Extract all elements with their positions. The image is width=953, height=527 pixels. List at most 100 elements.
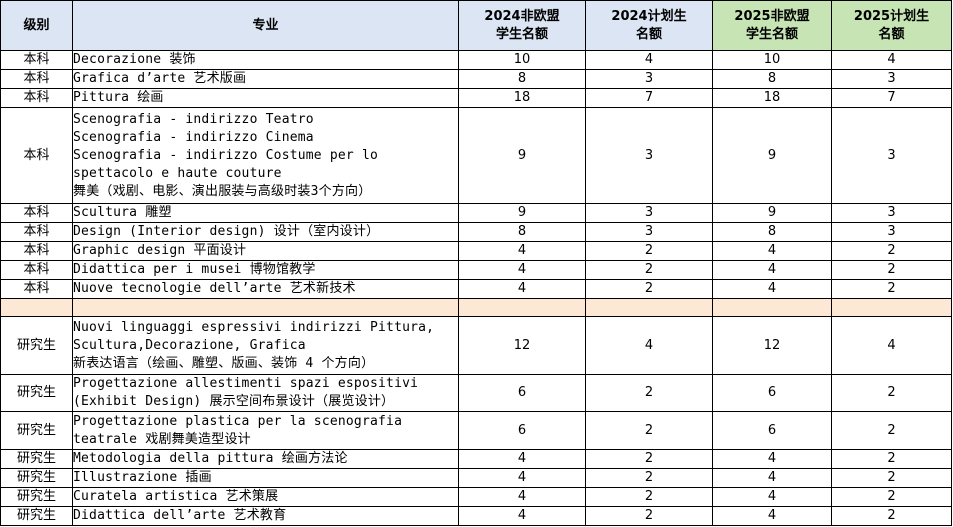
- quota-2025-non-eu: 6: [712, 411, 832, 450]
- quota-2025-non-eu: 4: [712, 241, 832, 261]
- table-row: 本科 Decorazione 装饰 10 4 10 4: [0, 50, 952, 70]
- quota-2024-plan: 3: [585, 222, 713, 242]
- quota-2024-non-eu: 9: [458, 107, 586, 204]
- quota-2025-non-eu: 4: [712, 506, 832, 526]
- major-cell: Progettazione plastica per la scenografi…: [72, 411, 459, 450]
- quota-2024-non-eu: 8: [458, 222, 586, 242]
- table-row: 本科 Pittura 绘画 18 7 18 7: [0, 88, 952, 108]
- quota-2025-plan: 3: [831, 69, 952, 89]
- quota-2025-plan: 4: [831, 50, 952, 70]
- level-cell: 本科: [0, 260, 73, 280]
- header-level: 级别: [0, 0, 73, 51]
- quota-2025-non-eu: 8: [712, 69, 832, 89]
- level-cell: 研究生: [0, 506, 73, 526]
- quota-2025-non-eu: 4: [712, 260, 832, 280]
- quota-2024-plan: 2: [585, 487, 713, 507]
- header-row: 级别 专业 2024非欧盟 学生名额 2024计划生 名额 2025非欧盟 学生…: [0, 0, 952, 51]
- quota-2025-non-eu: 8: [712, 222, 832, 242]
- table-row: 本科 Scenografia - indirizzo Teatro Scenog…: [0, 107, 952, 204]
- table-row: 本科 Scultura 雕塑 9 3 9 3: [0, 203, 952, 223]
- quota-2024-non-eu: 18: [458, 88, 586, 108]
- major-cell: Didattica per i musei 博物馆教学: [72, 260, 459, 280]
- quota-2024-non-eu: 4: [458, 487, 586, 507]
- quota-2024-plan: 7: [585, 88, 713, 108]
- quota-2025-non-eu: 4: [712, 449, 832, 469]
- table-row: 本科 Grafica d’arte 艺术版画 8 3 8 3: [0, 69, 952, 89]
- major-cell: Scenografia - indirizzo Teatro Scenograf…: [72, 107, 459, 204]
- quota-2025-plan: 3: [831, 222, 952, 242]
- quota-2025-non-eu: 4: [712, 468, 832, 488]
- quota-2025-non-eu: 6: [712, 374, 832, 412]
- level-cell: 本科: [0, 69, 73, 89]
- quota-2025-non-eu: 9: [712, 107, 832, 204]
- header-major: 专业: [72, 0, 459, 51]
- level-cell: 本科: [0, 279, 73, 299]
- table-row: 本科 Didattica per i musei 博物馆教学 4 2 4 2: [0, 260, 952, 280]
- quota-2025-non-eu: 10: [712, 50, 832, 70]
- table-row: 研究生 Progettazione plastica per la scenog…: [0, 411, 952, 450]
- quota-2024-non-eu: 8: [458, 69, 586, 89]
- major-cell: Didattica dell’arte 艺术教育: [72, 506, 459, 526]
- major-cell: Scultura 雕塑: [72, 203, 459, 223]
- quota-2024-plan: 3: [585, 203, 713, 223]
- quota-2024-non-eu: 6: [458, 411, 586, 450]
- level-cell: 研究生: [0, 316, 73, 375]
- section-separator: [0, 298, 952, 317]
- quota-2025-plan: 2: [831, 487, 952, 507]
- quota-2025-non-eu: 9: [712, 203, 832, 223]
- quota-2024-non-eu: 4: [458, 449, 586, 469]
- quota-2025-plan: 2: [831, 468, 952, 488]
- table-row: 研究生 Nuovi linguaggi espressivi indirizzi…: [0, 316, 952, 375]
- table-row: 本科 Nuove tecnologie dell’arte 艺术新技术 4 2 …: [0, 279, 952, 299]
- quota-2024-plan: 2: [585, 411, 713, 450]
- quota-2025-non-eu: 4: [712, 279, 832, 299]
- quota-2025-non-eu: 4: [712, 487, 832, 507]
- level-cell: 本科: [0, 50, 73, 70]
- level-cell: 研究生: [0, 374, 73, 412]
- major-cell: Nuove tecnologie dell’arte 艺术新技术: [72, 279, 459, 299]
- level-cell: 研究生: [0, 468, 73, 488]
- quota-2024-plan: 3: [585, 107, 713, 204]
- header-2024-plan: 2024计划生 名额: [585, 0, 713, 51]
- level-cell: 研究生: [0, 449, 73, 469]
- quota-2024-non-eu: 9: [458, 203, 586, 223]
- major-cell: Illustrazione 插画: [72, 468, 459, 488]
- quota-2025-plan: 2: [831, 411, 952, 450]
- quota-2024-plan: 2: [585, 506, 713, 526]
- table-row: 研究生 Curatela artistica 艺术策展 4 2 4 2: [0, 487, 952, 507]
- level-cell: 研究生: [0, 487, 73, 507]
- table-row: 本科 Graphic design 平面设计 4 2 4 2: [0, 241, 952, 261]
- quota-2024-non-eu: 4: [458, 241, 586, 261]
- quota-2024-non-eu: 6: [458, 374, 586, 412]
- major-cell: Grafica d’arte 艺术版画: [72, 69, 459, 89]
- table-row: 本科 Design (Interior design) 设计（室内设计） 8 3…: [0, 222, 952, 242]
- header-2024-non-eu: 2024非欧盟 学生名额: [458, 0, 586, 51]
- quota-2024-non-eu: 4: [458, 506, 586, 526]
- quota-2024-plan: 2: [585, 374, 713, 412]
- table-row: 研究生 Didattica dell’arte 艺术教育 4 2 4 2: [0, 506, 952, 526]
- quota-2025-plan: 3: [831, 203, 952, 223]
- quota-2025-non-eu: 18: [712, 88, 832, 108]
- quota-2025-plan: 2: [831, 449, 952, 469]
- level-cell: 本科: [0, 88, 73, 108]
- header-2025-plan: 2025计划生 名额: [831, 0, 952, 51]
- quota-2024-plan: 4: [585, 316, 713, 375]
- quota-2024-non-eu: 4: [458, 260, 586, 280]
- level-cell: 本科: [0, 222, 73, 242]
- quota-2024-non-eu: 10: [458, 50, 586, 70]
- quota-2025-non-eu: 12: [712, 316, 832, 375]
- quota-2025-plan: 3: [831, 107, 952, 204]
- level-cell: 本科: [0, 107, 73, 204]
- quota-2024-plan: 2: [585, 241, 713, 261]
- header-2025-non-eu: 2025非欧盟 学生名额: [712, 0, 832, 51]
- quota-2025-plan: 2: [831, 279, 952, 299]
- quota-2024-plan: 4: [585, 50, 713, 70]
- quota-2024-plan: 2: [585, 468, 713, 488]
- table-row: 研究生 Metodologia della pittura 绘画方法论 4 2 …: [0, 449, 952, 469]
- quota-2025-plan: 7: [831, 88, 952, 108]
- major-cell: Progettazione allestimenti spazi esposit…: [72, 374, 459, 412]
- major-cell: Decorazione 装饰: [72, 50, 459, 70]
- quota-2024-plan: 3: [585, 69, 713, 89]
- quota-2025-plan: 2: [831, 374, 952, 412]
- level-cell: 本科: [0, 241, 73, 261]
